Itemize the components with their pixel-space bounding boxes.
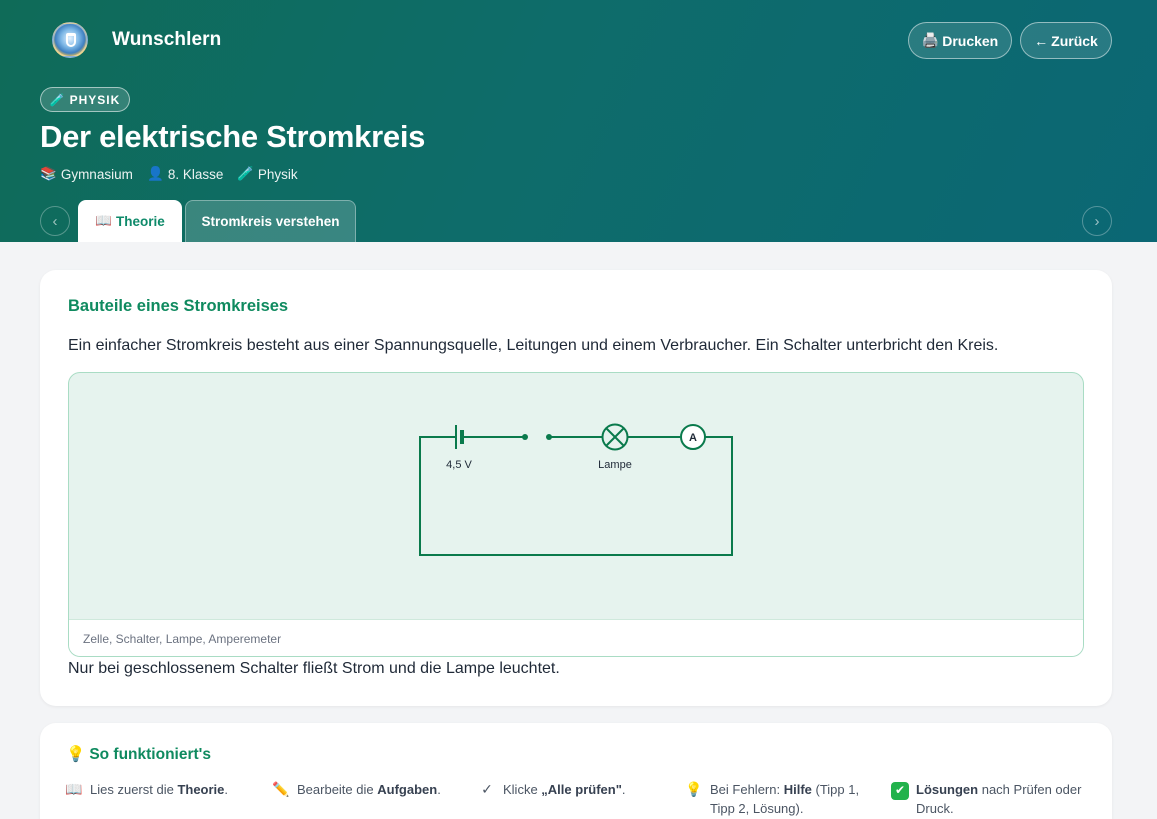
books-icon: 📚 bbox=[40, 166, 57, 181]
lamp-symbol bbox=[601, 423, 629, 451]
subject-badge-label: PHYSIK bbox=[69, 92, 121, 107]
meta-school: 📚 Gymnasium bbox=[40, 166, 133, 182]
help-step-theory: 📖 Lies zuerst die Theorie. bbox=[64, 780, 264, 799]
tabs-scroll-left-button[interactable]: ‹ bbox=[40, 206, 70, 236]
meta-subject-label: Physik bbox=[257, 166, 298, 182]
step-text: . bbox=[224, 782, 229, 797]
step-keyword: Aufgaben bbox=[377, 782, 438, 797]
brand-name: Wunschlern bbox=[112, 29, 222, 50]
help-step-solutions: ✔ Lösungen nach Prüfen oder Druck. bbox=[890, 780, 1090, 818]
help-title-label: So funktioniert's bbox=[89, 745, 211, 763]
step-keyword: Theorie bbox=[177, 782, 225, 797]
test-tube-icon: 🧪 bbox=[49, 92, 66, 107]
circuit-diagram: 4,5 V Lampe A bbox=[419, 423, 733, 556]
book-icon: 📖 bbox=[65, 781, 83, 797]
checkmark-icon: ✓ bbox=[481, 781, 493, 797]
outro-text: Nur bei geschlossenem Schalter fließt St… bbox=[68, 660, 560, 677]
help-step-check: ✓ Klicke „Alle prüfen". bbox=[477, 780, 677, 799]
step-keyword: Hilfe bbox=[783, 782, 812, 797]
switch-contact-right bbox=[546, 434, 552, 440]
back-button[interactable]: ← Zurück bbox=[1020, 22, 1112, 59]
switch-contact-left bbox=[522, 434, 528, 440]
ammeter-label: A bbox=[689, 432, 697, 444]
step-text: Bei Fehlern: bbox=[710, 782, 784, 797]
meta-grade-label: 8. Klasse bbox=[167, 166, 224, 182]
pencil-icon: ✏️ bbox=[272, 781, 290, 797]
tabs-scroll-right-button[interactable]: › bbox=[1082, 206, 1112, 236]
user-icon: 👤 bbox=[147, 166, 164, 181]
chevron-left-icon: ‹ bbox=[52, 212, 58, 230]
circuit-wire bbox=[419, 436, 733, 556]
subject-badge: 🧪 PHYSIK bbox=[40, 87, 130, 112]
lamp-label: Lampe bbox=[598, 459, 632, 471]
print-button-label: Drucken bbox=[942, 32, 999, 49]
page-header: Wunschlern 🖨️ Drucken ← Zurück 🧪 PHYSIK … bbox=[0, 0, 1157, 242]
meta-subject: 🧪 Physik bbox=[237, 166, 298, 182]
lightbulb-icon: 💡 bbox=[66, 746, 86, 763]
page-title: Der elektrische Stromkreis bbox=[40, 119, 426, 154]
meta-grade: 👤 8. Klasse bbox=[147, 166, 223, 182]
tab-theorie[interactable]: 📖 Theorie bbox=[78, 200, 182, 242]
theory-card: Bauteile eines Stromkreises Ein einfache… bbox=[40, 270, 1112, 706]
figure-caption: Zelle, Schalter, Lampe, Amperemeter bbox=[69, 619, 1083, 656]
help-title: 💡 So funktioniert's bbox=[66, 745, 211, 764]
lightbulb-icon: 💡 bbox=[685, 781, 703, 797]
tab-stromkreis-verstehen[interactable]: Stromkreis verstehen bbox=[185, 200, 356, 242]
book-icon: 📖 bbox=[95, 213, 113, 228]
back-button-label: Zurück bbox=[1051, 32, 1098, 49]
intro-text: Ein einfacher Stromkreis besteht aus ein… bbox=[68, 337, 999, 354]
step-text: Bearbeite die bbox=[297, 782, 378, 797]
battery-voltage-label: 4,5 V bbox=[446, 459, 472, 471]
step-text: Lies zuerst die bbox=[90, 782, 178, 797]
arrow-left-icon: ← bbox=[1034, 32, 1049, 49]
tab-label: Stromkreis verstehen bbox=[201, 214, 340, 229]
tab-label: Theorie bbox=[116, 213, 165, 229]
logo bbox=[52, 22, 88, 58]
step-text: . bbox=[437, 782, 441, 797]
printer-icon: 🖨️ bbox=[921, 32, 940, 48]
print-button[interactable]: 🖨️ Drucken bbox=[908, 22, 1012, 59]
help-step-hints: 💡 Bei Fehlern: Hilfe (Tipp 1, Tipp 2, Lö… bbox=[684, 780, 884, 818]
step-text: Klicke bbox=[503, 782, 542, 797]
chevron-right-icon: › bbox=[1094, 212, 1100, 230]
step-keyword: Lösungen bbox=[916, 782, 979, 797]
help-card: 💡 So funktioniert's 📖 Lies zuerst die Th… bbox=[40, 723, 1112, 819]
check-box-icon: ✔ bbox=[891, 781, 909, 800]
step-text: . bbox=[621, 782, 626, 797]
meta-school-label: Gymnasium bbox=[60, 166, 133, 182]
help-step-tasks: ✏️ Bearbeite die Aufgaben. bbox=[271, 780, 471, 799]
circuit-figure: 4,5 V Lampe A Zelle, Schalter, Lampe, Am… bbox=[68, 372, 1084, 657]
step-keyword: „Alle prüfen" bbox=[541, 782, 622, 797]
section-title: Bauteile eines Stromkreises bbox=[68, 297, 289, 315]
test-tube-icon: 🧪 bbox=[237, 166, 254, 181]
